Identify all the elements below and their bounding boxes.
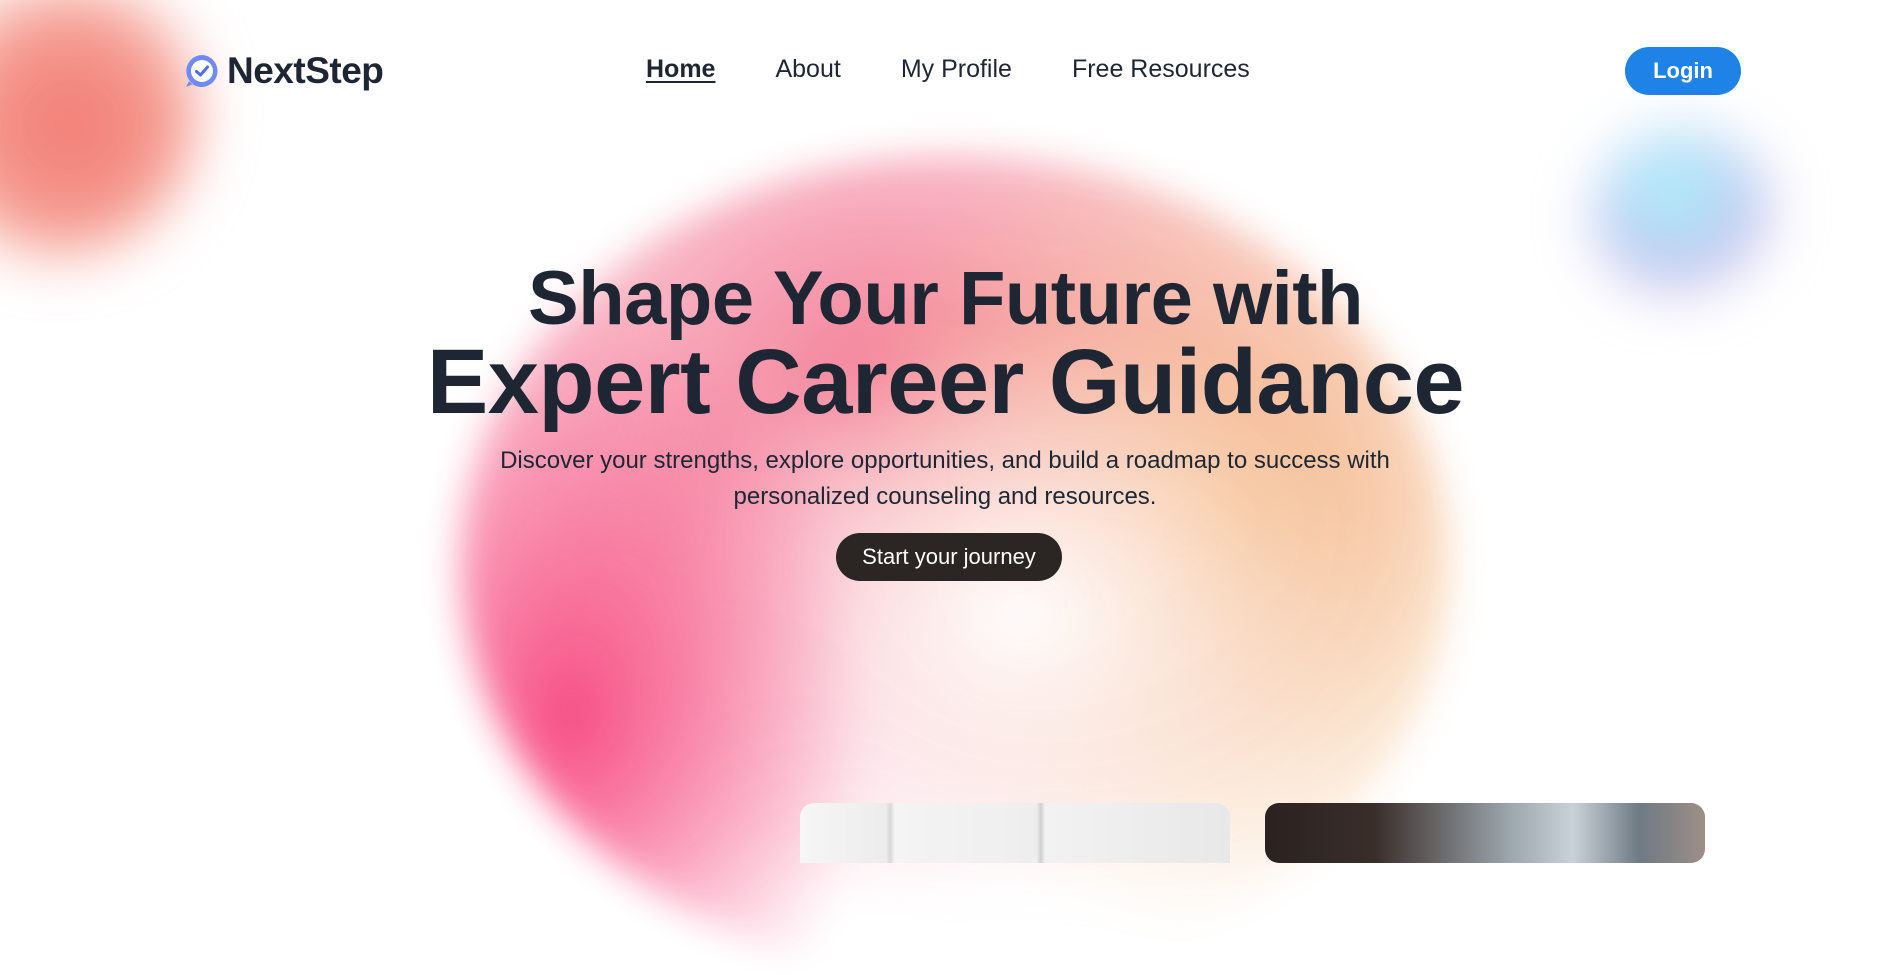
nav-link-my-profile[interactable]: My Profile xyxy=(901,55,1012,84)
hero-headline-line2: Expert Career Guidance xyxy=(426,331,1465,433)
hero-headline-line1: Shape Your Future with xyxy=(528,256,1363,341)
hero-image-office xyxy=(800,803,1230,863)
hero-image-person xyxy=(1265,803,1705,863)
nav-link-about[interactable]: About xyxy=(775,55,840,84)
login-button[interactable]: Login xyxy=(1625,47,1741,95)
check-badge-icon xyxy=(183,52,221,90)
brand-logo[interactable]: NextStep xyxy=(183,50,384,92)
main-menu: Home About My Profile Free Resources xyxy=(646,55,1250,84)
hero-subtitle: Discover your strengths, explore opportu… xyxy=(500,447,1390,510)
start-journey-button[interactable]: Start your journey xyxy=(836,533,1062,581)
nav-link-free-resources[interactable]: Free Resources xyxy=(1072,55,1250,84)
brand-name: NextStep xyxy=(227,50,384,91)
nav-link-home[interactable]: Home xyxy=(646,55,715,84)
top-navigation: NextStep Home About My Profile Free Reso… xyxy=(0,0,1891,140)
